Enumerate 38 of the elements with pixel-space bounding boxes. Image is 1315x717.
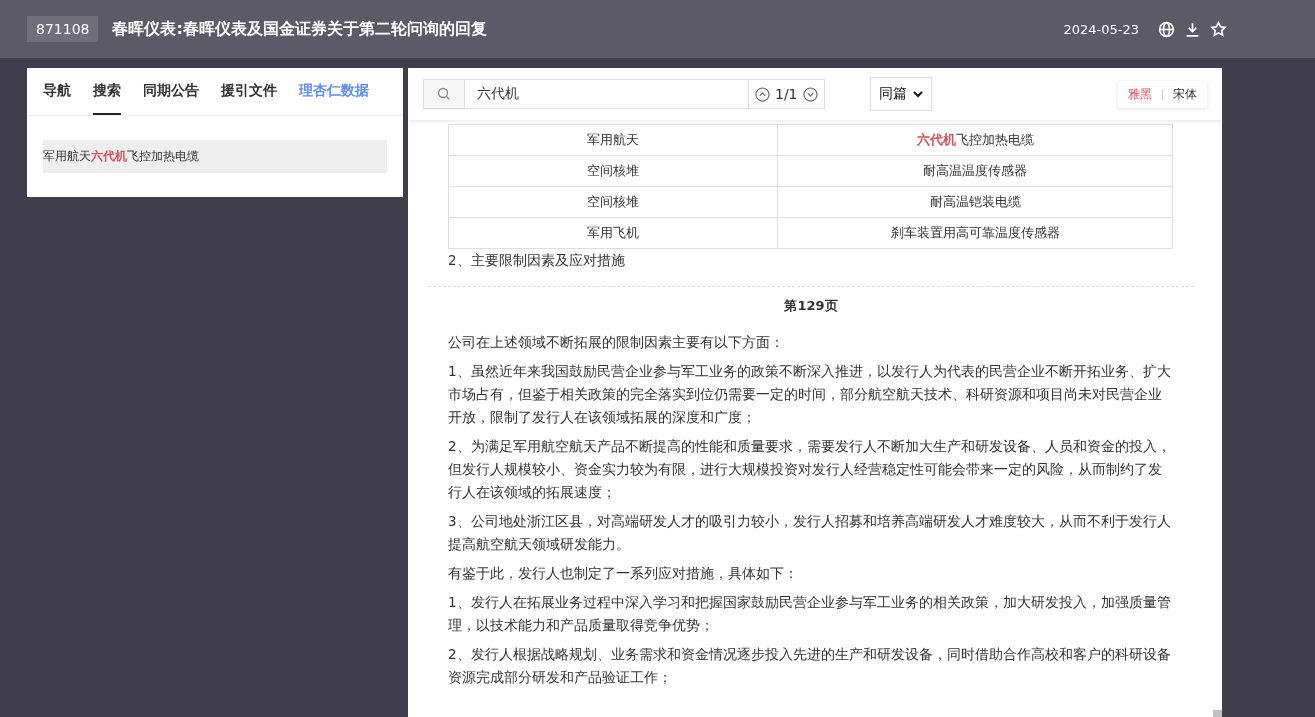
font-option[interactable]: 宋体 [1173,85,1197,103]
table-cell: 军用飞机 [448,217,778,249]
next-icon[interactable] [802,86,818,102]
table-cell: 耐高温铠装电缆 [777,186,1173,218]
paragraph: 3、公司地处浙江区县，对高端研发人才的吸引力较小，发行人招募和培养高端研发人才难度较大，从而不利于发行人提高航空航天领域研发能力。 [448,512,1172,554]
paragraph: 公司在上述领域不断拓展的限制因素主要有以下方面： [448,333,785,352]
paragraph: 1、发行人在拓展业务过程中深入学习和把握国家鼓励民营企业参与军工业务的相关政策，加大研发投入，加强质量管理，以技术能力和产品质量取得竞争优势； [448,593,1172,635]
download-icon[interactable] [1184,20,1201,38]
paragraph: 2、为满足军用航空航天产品不断提高的性能和质量要求，需要发行人不断加大生产和研发设备、人员和资金的投入，但发行人规模较小、资金实力较为有限，进行大规模投资对发行人经营稳定性可能会带来一定的风险，从而制约了发行人在该领域的拓展速度； [448,437,1172,502]
caret-icon [912,90,923,98]
table-cell: 刹车装置用高可靠温度传感器 [777,217,1173,249]
search-icon [437,87,451,101]
page-number: 第129页 [783,297,839,315]
paragraph: 有鉴于此，发行人也制定了一系列应对措施，具体如下： [448,564,799,583]
panel-tab[interactable]: 搜索 [93,68,121,115]
table-cell: 空间核堆 [448,186,778,218]
match-counter: 1/1 [775,86,798,102]
document-title: 春晖仪表:春晖仪表及国金证券关于第二轮问询的回复 [112,18,488,40]
previous-icon[interactable] [755,86,770,102]
search-button[interactable] [423,79,465,109]
search-field[interactable]: 六代机 [465,79,749,109]
paragraph: 2、发行人根据战略规划、业务需求和资金情况逐步投入先进的生产和研发设备，同时借助合作高校和客户的科研设备资源完成部分研发和产品验证工作； [448,645,1172,687]
panel-tab[interactable]: 导航 [43,68,71,115]
globe-icon[interactable] [1158,20,1175,38]
table-cell: 六代机飞控加热电缆 [777,124,1173,156]
document-date: 2024-05-23 [1063,21,1139,37]
panel-tab[interactable]: 同期公告 [143,68,199,115]
panel-tab[interactable]: 援引文件 [221,68,277,115]
font-option[interactable]: 雅黑 [1128,85,1152,103]
stock-code: 871108 [27,16,99,42]
paragraph: 1、虽然近年来我国鼓励民营企业参与军工业务的政策不断深入推进，以发行人为代表的民营企业不断开拓业务、扩大市场占有，但鉴于相关政策的完全落实到位仍需要一定的时间，部分航空航天技术、科研资源和项目尚未对民营企业开放，限制了发行人在该领域拓展的深度和广度； [448,362,1172,427]
scope-dropdown[interactable]: 同篇 [869,77,932,111]
star-icon[interactable] [1210,20,1227,38]
search-result[interactable]: 军用航天六代机飞控加热电缆 [43,140,387,173]
table-cell: 耐高温温度传感器 [777,155,1173,187]
table-cell: 空间核堆 [448,155,778,187]
paragraph: 2、主要限制因素及应对措施 [448,251,626,270]
table-cell: 军用航天 [448,124,778,156]
